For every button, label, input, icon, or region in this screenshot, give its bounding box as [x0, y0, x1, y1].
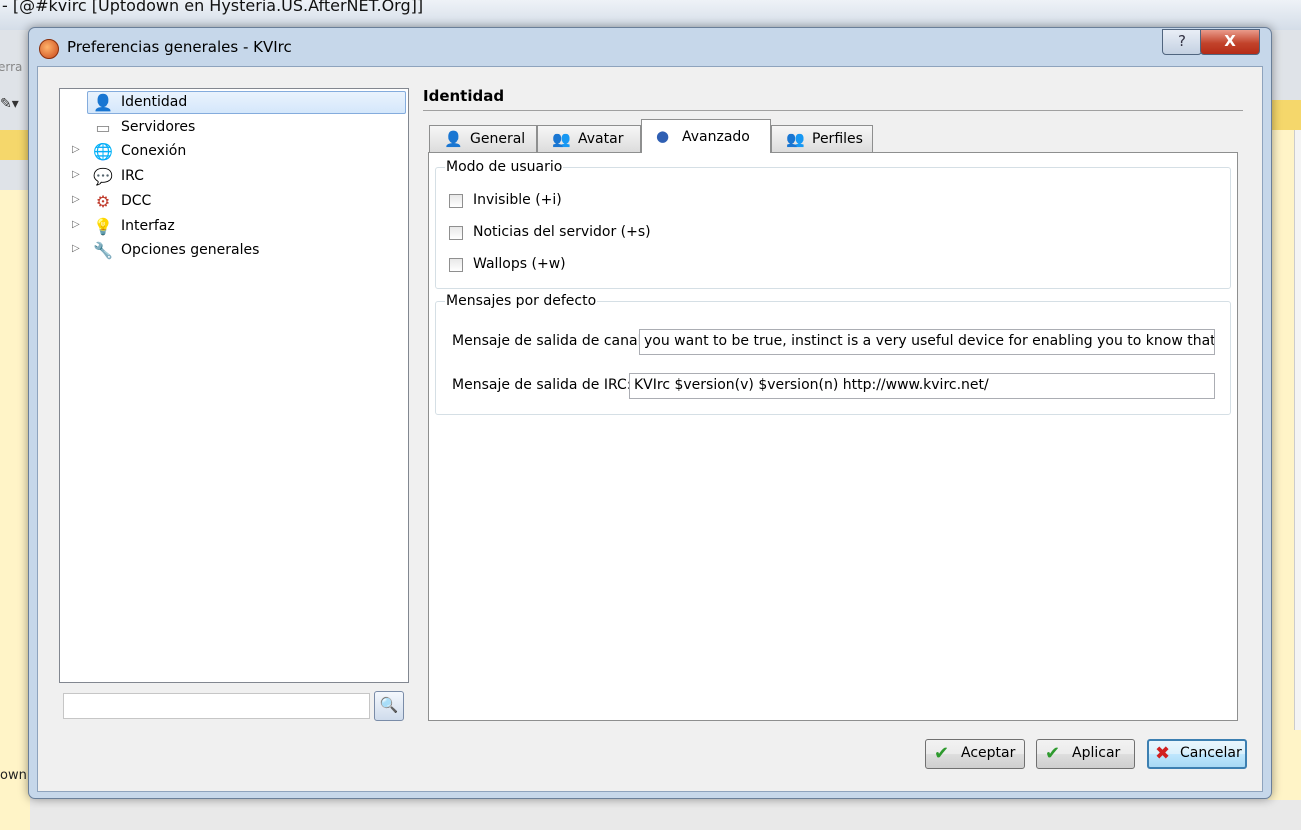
tab-general[interactable]: 👤 General: [429, 125, 537, 152]
network-icon: 🌐: [93, 142, 113, 162]
tree-item[interactable]: ▷ 💬 IRC: [60, 165, 406, 189]
expand-arrow-icon[interactable]: ▷: [72, 144, 80, 155]
cancel-x-icon: ✖: [1155, 743, 1171, 764]
avatar-icon: 👥: [552, 130, 571, 148]
advanced-icon: ●: [656, 127, 670, 145]
tree-item-label: Opciones generales: [121, 242, 260, 259]
tree-item-label: Identidad: [121, 94, 188, 110]
expand-arrow-icon[interactable]: ▷: [72, 194, 80, 205]
tree-item[interactable]: ▷ 🌐 Conexión: [60, 140, 406, 164]
user-mode-group-title: Modo de usuario: [445, 159, 564, 175]
dialog-client-area: 👤 Identidad ▭ Servidores ▷ 🌐 Conexión ▷ 💬 IRC ▷ ⚙ DC…: [37, 66, 1263, 792]
search-button[interactable]: 🔍: [374, 691, 404, 721]
apply-button[interactable]: ✔ Aplicar: [1036, 739, 1135, 769]
expand-arrow-icon[interactable]: ▷: [72, 169, 80, 180]
background-bottom-label: own: [0, 768, 27, 783]
accept-button[interactable]: ✔ Aceptar: [925, 739, 1025, 769]
tab-avanzado[interactable]: ● Avanzado: [641, 119, 771, 153]
checkbox-box[interactable]: [449, 194, 463, 208]
background-yellow-strip-right: [1268, 100, 1301, 130]
wrench-icon: 🔧: [93, 241, 113, 261]
chat-icon: 💬: [93, 167, 113, 187]
user-icon: 👤: [93, 93, 113, 112]
lightbulb-icon: 💡: [93, 216, 113, 236]
preferences-dialog: Preferencias generales - KVIrc ? X 👤 Iden…: [28, 27, 1272, 799]
dialog-title: Preferencias generales - KVIrc: [67, 38, 292, 56]
channel-part-message-field[interactable]: you want to be true, instinct is a very …: [639, 329, 1215, 355]
tree-item[interactable]: ▭ Servidores: [60, 116, 406, 140]
default-messages-group: Mensajes por defecto Mensaje de salida d…: [435, 293, 1231, 415]
irc-quit-label: Mensaje de salida de IRC:: [452, 377, 632, 393]
background-pane: [0, 190, 30, 830]
tree-item-label: DCC: [121, 192, 152, 209]
profiles-icon: 👥: [786, 130, 805, 148]
irc-quit-message-field[interactable]: KVIrc $version(v) $version(n) http://www…: [629, 373, 1215, 399]
check-icon: ✔: [934, 743, 950, 764]
tab-page-avanzado: Modo de usuario Invisible (+i) Noticias …: [428, 152, 1238, 721]
checkbox-label: Wallops (+w): [473, 256, 566, 272]
close-button[interactable]: X: [1200, 29, 1260, 55]
section-title: Identidad: [423, 87, 505, 105]
user-mode-group: Modo de usuario Invisible (+i) Noticias …: [435, 159, 1231, 289]
background-right-edge: [1268, 30, 1301, 800]
apply-button-label: Aplicar: [1072, 745, 1121, 761]
expand-arrow-icon[interactable]: ▷: [72, 219, 80, 230]
tree-item[interactable]: ▷ 💡 Interfaz: [60, 215, 406, 239]
server-icon: ▭: [95, 117, 111, 137]
expand-arrow-icon[interactable]: ▷: [72, 243, 80, 254]
help-button[interactable]: ?: [1162, 29, 1202, 55]
section-divider: [423, 110, 1243, 111]
background-window-title: - [@#kvirc [Uptodown en Hysteria.US.Afte…: [2, 0, 424, 15]
search-icon: 🔍: [379, 696, 399, 714]
dcc-icon: ⚙: [95, 191, 111, 211]
options-tree: 👤 Identidad ▭ Servidores ▷ 🌐 Conexión ▷ 💬 IRC ▷ ⚙ DC…: [59, 88, 409, 683]
check-icon: ✔: [1045, 743, 1061, 764]
dialog-titlebar[interactable]: Preferencias generales - KVIrc ? X: [29, 28, 1271, 68]
channel-part-label: Mensaje de salida de canal:: [452, 333, 647, 349]
tree-item[interactable]: ▷ ⚙ DCC: [60, 190, 406, 214]
checkbox-label: Invisible (+i): [473, 192, 562, 208]
cancel-button-label: Cancelar: [1180, 745, 1242, 761]
tree-item-label: IRC: [121, 168, 144, 185]
background-scrollbar[interactable]: [1294, 130, 1301, 730]
tab-label: Avanzado: [682, 129, 750, 145]
accept-button-label: Aceptar: [961, 745, 1016, 761]
background-side-label: erra: [0, 60, 23, 74]
tree-item-label: Servidores: [121, 118, 196, 135]
checkbox-label: Noticias del servidor (+s): [473, 224, 651, 240]
tab-perfiles[interactable]: 👥 Perfiles: [771, 125, 873, 152]
tree-item-label: Interfaz: [121, 217, 175, 234]
background-left-edge: erra ✎▾ own: [0, 30, 30, 830]
tree-item-label: Conexión: [121, 143, 187, 160]
tab-label: Avatar: [578, 131, 624, 147]
tree-item[interactable]: ▷ 🔧 Opciones generales: [60, 239, 406, 263]
background-tool-icon: ✎▾: [0, 96, 19, 112]
tree-item[interactable]: 👤 Identidad: [60, 91, 406, 115]
kvirc-logo-icon: [39, 39, 59, 59]
default-messages-group-title: Mensajes por defecto: [445, 293, 598, 309]
cancel-button[interactable]: ✖ Cancelar: [1147, 739, 1247, 769]
tab-label: Perfiles: [812, 131, 863, 147]
tree-search-input[interactable]: [63, 693, 370, 719]
checkbox-box[interactable]: [449, 258, 463, 272]
tab-avatar[interactable]: 👥 Avatar: [537, 125, 641, 152]
tab-label: General: [470, 131, 526, 147]
background-yellow-strip: [0, 130, 30, 160]
checkbox-box[interactable]: [449, 226, 463, 240]
user-icon: 👤: [444, 130, 463, 148]
